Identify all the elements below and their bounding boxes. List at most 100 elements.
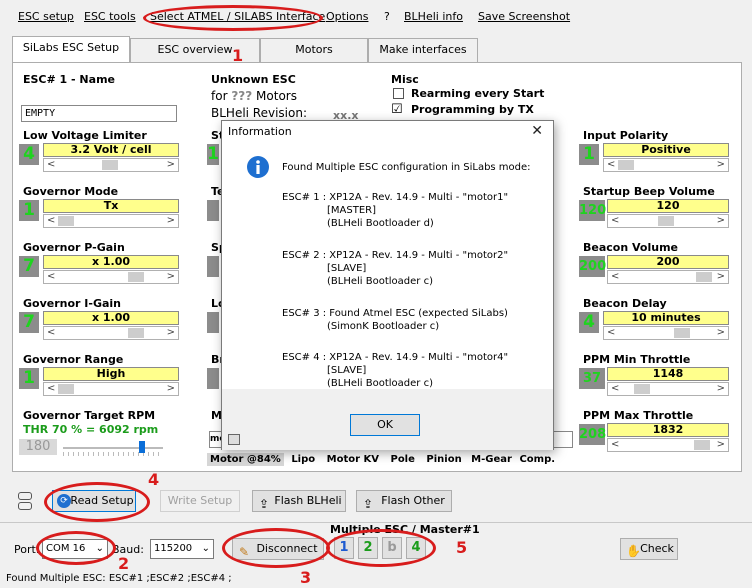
esc-type-title: Unknown ESC xyxy=(211,73,296,86)
annotation-2: 2 xyxy=(118,554,130,573)
info-icon xyxy=(247,156,269,178)
target-rpm-value: THR 70 % = 6092 rpm xyxy=(23,423,159,436)
annotation-oval-read-setup xyxy=(44,482,150,522)
param-slider[interactable]: < > xyxy=(607,270,729,284)
motor-columns-row: Motor @84% Lipo Motor KV Pole Pinion M-G… xyxy=(207,451,577,469)
baud-select[interactable]: 115200 ⌄ xyxy=(150,539,214,559)
param-startup-beep-volume: Startup Beep Volume 120 120 < > xyxy=(579,185,733,228)
param-beacon-delay: Beacon Delay 4 10 minutes < > xyxy=(579,297,733,340)
menu-esc-setup[interactable]: ESC setup xyxy=(18,10,74,23)
motor-col-kv: Motor KV xyxy=(326,454,379,465)
mid-badge-5 xyxy=(207,368,219,389)
misc-title: Misc xyxy=(391,73,419,86)
check-button[interactable]: ✋ Check xyxy=(620,538,678,560)
menu-help[interactable]: ? xyxy=(384,10,390,23)
list-icon xyxy=(18,502,32,510)
menu-esc-tools[interactable]: ESC tools xyxy=(84,10,136,23)
annotation-oval-disconnect xyxy=(222,528,330,568)
param-badge: 37 xyxy=(579,368,605,389)
dialog-line: ESC# 1 : XP12A - Rev. 14.9 - Multi - "mo… xyxy=(282,192,509,203)
status-text: Found Multiple ESC: ESC#1 ;ESC#2 ;ESC#4 … xyxy=(6,573,232,584)
information-dialog: Information ✕ Found Multiple ESC configu… xyxy=(221,120,554,450)
motor-comp-field[interactable] xyxy=(553,431,573,448)
param-label: Startup Beep Volume xyxy=(583,185,715,198)
param-label: Beacon Volume xyxy=(583,241,678,254)
programming-checkbox[interactable]: ☑ xyxy=(391,103,403,116)
param-ppm-max-throttle: PPM Max Throttle 208 1832 < > xyxy=(579,409,733,452)
param-value: 120 xyxy=(607,199,729,213)
param-slider[interactable]: < > xyxy=(607,438,729,452)
param-ppm-min-throttle: PPM Min Throttle 37 1148 < > xyxy=(579,353,733,396)
target-rpm-badge: 180 xyxy=(19,439,57,455)
flash-icon: ⇪ xyxy=(259,497,270,511)
param-value: 1148 xyxy=(607,367,729,381)
grip-icon xyxy=(228,434,240,445)
target-rpm-ticks xyxy=(63,452,163,456)
dialog-footer: OK xyxy=(222,389,553,450)
esc-motors-line: for ??? Motors xyxy=(211,89,297,103)
menu-save-screenshot[interactable]: Save Screenshot xyxy=(478,10,570,23)
flash-other-label: Flash Other xyxy=(381,494,445,507)
target-rpm-slider-thumb[interactable] xyxy=(139,441,145,453)
param-slider[interactable]: < > xyxy=(43,382,179,396)
menu-options[interactable]: Options xyxy=(326,10,368,23)
rearming-label: Rearming every Start xyxy=(411,87,545,100)
annotation-4: 4 xyxy=(148,470,160,489)
param-value: High xyxy=(43,367,179,381)
motor-col-pinion: Pinion xyxy=(426,454,462,465)
param-label: PPM Max Throttle xyxy=(583,409,694,422)
mid-badge-4 xyxy=(207,312,219,333)
close-icon[interactable]: ✕ xyxy=(531,123,543,139)
rearming-checkbox[interactable] xyxy=(393,88,404,99)
param-slider[interactable]: < > xyxy=(607,382,729,396)
annotation-oval-menu xyxy=(143,5,323,31)
param-label: Low Voltage Limiter xyxy=(23,129,147,142)
param-governor-p-gain: Governor P-Gain 7 x 1.00 < > xyxy=(19,241,183,284)
flash-other-button[interactable]: ⇪ Flash Other xyxy=(356,490,452,512)
param-slider[interactable]: < > xyxy=(43,158,179,172)
ok-button[interactable]: OK xyxy=(350,414,420,436)
param-badge: 1 xyxy=(19,368,39,389)
annotation-3: 3 xyxy=(300,568,312,587)
blheli-revision-label: BLHeli Revision: xyxy=(211,106,307,120)
tab-motors[interactable]: Motors xyxy=(260,38,368,62)
esc-name-input[interactable]: EMPTY xyxy=(21,105,177,122)
param-badge: 4 xyxy=(19,144,39,165)
param-badge: 7 xyxy=(19,312,39,333)
param-slider[interactable]: < > xyxy=(43,214,179,228)
param-slider[interactable]: < > xyxy=(607,214,729,228)
param-slider[interactable]: < > xyxy=(43,326,179,340)
param-slider[interactable]: < > xyxy=(43,270,179,284)
flash-blheli-label: Flash BLHeli xyxy=(274,494,342,507)
flash-blheli-button[interactable]: ⇪ Flash BLHeli xyxy=(252,490,346,512)
annotation-5: 5 xyxy=(456,538,468,557)
annotation-oval-port xyxy=(36,531,116,565)
param-value: 10 minutes xyxy=(603,311,729,325)
motor-count-unknown: ??? xyxy=(231,89,253,103)
param-beacon-volume: Beacon Volume 200 200 < > xyxy=(579,241,733,284)
param-value: Tx xyxy=(43,199,179,213)
motors-label: Motors xyxy=(256,89,297,103)
param-value: x 1.00 xyxy=(43,255,179,269)
tab-silabs-esc-setup[interactable]: SiLabs ESC Setup xyxy=(12,36,130,62)
dialog-line: [SLAVE] xyxy=(327,263,367,274)
motor-col-lipo: Lipo xyxy=(291,454,316,465)
dialog-title: Information xyxy=(228,125,292,138)
param-label: Governor Mode xyxy=(23,185,119,198)
param-low-voltage: Low Voltage Limiter 4 3.2 Volt / cell < > xyxy=(19,129,183,172)
param-governor-i-gain: Governor I-Gain 7 x 1.00 < > xyxy=(19,297,183,340)
tab-make-interfaces[interactable]: Make interfaces xyxy=(368,38,478,62)
flash-icon: ⇪ xyxy=(363,497,374,511)
param-badge: 208 xyxy=(579,424,606,445)
dialog-line: (BLHeli Bootloader d) xyxy=(327,218,434,229)
esc-name-label: ESC# 1 - Name xyxy=(23,73,115,86)
mid-badge-2 xyxy=(207,200,219,221)
param-slider[interactable]: < > xyxy=(603,326,729,340)
motor-col-mgear: M-Gear xyxy=(471,454,512,465)
write-setup-button[interactable]: Write Setup xyxy=(160,490,240,512)
param-badge: 1 xyxy=(579,144,599,165)
menu-blheli-info[interactable]: BLHeli info xyxy=(404,10,463,23)
param-slider[interactable]: < > xyxy=(603,158,729,172)
target-rpm-track xyxy=(63,447,163,449)
param-badge: 200 xyxy=(579,256,606,277)
